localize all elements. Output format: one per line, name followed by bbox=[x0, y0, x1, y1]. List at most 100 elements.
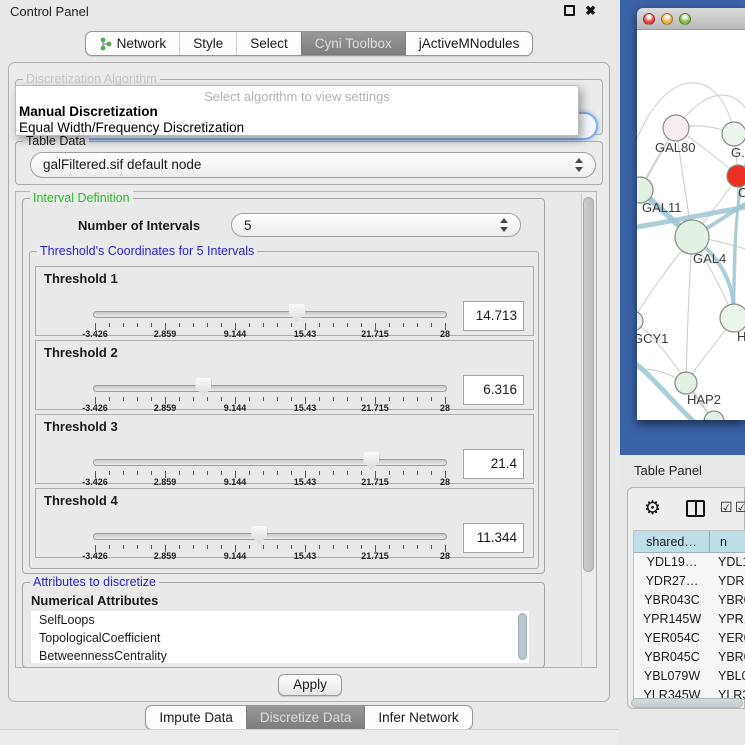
slider-tick-label: 21.715 bbox=[361, 329, 389, 339]
table-row[interactable]: YDR27…YDR2 bbox=[634, 572, 745, 591]
threshold-value-field[interactable]: 14.713 bbox=[463, 301, 524, 331]
table-cell-name: YBR0 bbox=[710, 648, 745, 667]
settings-scrollbar-thumb[interactable] bbox=[583, 197, 594, 572]
network-node[interactable] bbox=[663, 115, 689, 141]
threshold-label: Threshold 3 bbox=[44, 419, 118, 434]
table-row[interactable]: YBR045CYBR0 bbox=[634, 648, 745, 667]
slider-track[interactable] bbox=[93, 533, 447, 540]
slider-tick bbox=[263, 397, 264, 401]
tab-jactivemnodules[interactable]: jActiveMNodules bbox=[405, 32, 533, 55]
network-node[interactable] bbox=[675, 372, 697, 394]
slider-track[interactable] bbox=[93, 311, 447, 318]
slider-tick bbox=[221, 397, 222, 401]
table-row[interactable]: YDL19…YDL1 bbox=[634, 553, 745, 572]
slider-tick-label: 28 bbox=[440, 551, 450, 561]
table-cell-shared-name: YBL079W bbox=[634, 667, 710, 686]
tab-style[interactable]: Style bbox=[179, 32, 236, 55]
split-table-icon[interactable] bbox=[686, 500, 705, 517]
slider-tick bbox=[361, 323, 362, 327]
top-tab-bar: Network Style Select Cyni Toolbox jActiv… bbox=[0, 31, 618, 56]
algorithm-option-equal-width[interactable]: Equal Width/Frequency Discretization bbox=[19, 120, 244, 135]
control-panel: Control Panel ✖ Network Styl bbox=[0, 0, 618, 745]
slider-tick bbox=[417, 397, 418, 401]
attribute-list-item[interactable]: TopologicalCoefficient bbox=[31, 629, 529, 647]
table-cell-shared-name: YDL19… bbox=[634, 553, 710, 572]
attribute-list-item[interactable]: SelfLoops bbox=[31, 611, 529, 629]
slider-tick bbox=[319, 545, 320, 549]
slider-tick-label: 15.43 bbox=[294, 551, 317, 561]
slider-tick-label: 21.715 bbox=[361, 403, 389, 413]
network-node[interactable] bbox=[675, 220, 709, 254]
thresholds-group-title: Threshold's Coordinates for 5 Intervals bbox=[37, 244, 257, 258]
tab-select[interactable]: Select bbox=[236, 32, 301, 55]
threshold-box: Threshold 3 -3.4262.8599.14415.4321.71528… bbox=[35, 414, 534, 484]
settings-scrollbar[interactable] bbox=[581, 193, 595, 666]
network-node[interactable] bbox=[727, 165, 745, 187]
algorithm-dropdown-popup: Select algorithm to view settings Manual… bbox=[15, 85, 579, 136]
table-cell-name: YDL1 bbox=[710, 553, 745, 572]
network-node[interactable] bbox=[722, 122, 745, 146]
network-graph: GAL80G.CGAL11GAL4GCY1HHAP2 bbox=[637, 30, 745, 420]
close-icon[interactable]: ✖ bbox=[585, 5, 596, 16]
threshold-slider[interactable]: -3.4262.8599.14415.4321.71528 bbox=[93, 303, 447, 337]
threshold-slider[interactable]: -3.4262.8599.14415.4321.71528 bbox=[93, 377, 447, 411]
threshold-slider[interactable]: -3.4262.8599.14415.4321.71528 bbox=[93, 525, 447, 559]
network-window: GAL80G.CGAL11GAL4GCY1HHAP2 bbox=[637, 8, 745, 420]
slider-tick bbox=[431, 471, 432, 475]
network-node[interactable] bbox=[720, 304, 745, 332]
tab-discretize-data[interactable]: Discretize Data bbox=[246, 706, 365, 729]
slider-tick bbox=[249, 471, 250, 475]
table-horizontal-scrollbar[interactable] bbox=[631, 698, 743, 708]
threshold-slider[interactable]: -3.4262.8599.14415.4321.71528 bbox=[93, 451, 447, 485]
threshold-value-field[interactable]: 6.316 bbox=[463, 375, 524, 405]
apply-button[interactable]: Apply bbox=[278, 674, 342, 696]
slider-handle[interactable] bbox=[363, 452, 379, 470]
slider-tick bbox=[151, 545, 152, 549]
gear-icon[interactable]: ⚙ bbox=[644, 497, 661, 520]
mac-minimize-button[interactable] bbox=[661, 13, 673, 25]
settings-scrollpane: Interval Definition Number of Intervals … bbox=[15, 191, 597, 668]
tab-impute-data[interactable]: Impute Data bbox=[146, 706, 246, 729]
slider-tick bbox=[277, 545, 278, 549]
mac-zoom-button[interactable] bbox=[679, 13, 691, 25]
float-window-icon[interactable] bbox=[564, 5, 575, 16]
slider-handle[interactable] bbox=[289, 304, 305, 322]
slider-tick-label: -3.426 bbox=[82, 329, 108, 339]
network-canvas[interactable]: GAL80G.CGAL11GAL4GCY1HHAP2 bbox=[637, 30, 745, 420]
slider-track[interactable] bbox=[93, 385, 447, 392]
slider-tick bbox=[277, 323, 278, 327]
table-row[interactable]: YER054CYER0 bbox=[634, 629, 745, 648]
tab-network[interactable]: Network bbox=[86, 32, 180, 55]
checkbox-icon[interactable]: ☑ bbox=[735, 499, 745, 516]
checkbox-icon[interactable]: ☑ bbox=[720, 499, 733, 516]
mac-close-button[interactable] bbox=[643, 13, 655, 25]
table-data-combobox[interactable]: galFiltered.sif default node bbox=[30, 152, 596, 178]
slider-tick bbox=[249, 397, 250, 401]
discretization-algorithm-group-title: Discretization Algorithm bbox=[23, 72, 160, 86]
slider-handle[interactable] bbox=[251, 526, 267, 544]
slider-handle[interactable] bbox=[195, 378, 211, 396]
slider-tick bbox=[277, 471, 278, 475]
threshold-value-field[interactable]: 11.344 bbox=[463, 523, 524, 553]
table-row[interactable]: YPR145WYPR1 bbox=[634, 610, 745, 629]
threshold-value-field[interactable]: 21.4 bbox=[463, 449, 524, 479]
column-header-shared-name[interactable]: shared… bbox=[634, 531, 710, 552]
tab-infer-network[interactable]: Infer Network bbox=[364, 706, 471, 729]
combobox-arrows-icon bbox=[575, 158, 584, 172]
table-row[interactable]: YBL079WYBL0 bbox=[634, 667, 745, 686]
network-edge[interactable] bbox=[686, 237, 692, 383]
interval-definition-group: Interval Definition Number of Intervals … bbox=[22, 198, 545, 574]
slider-tick bbox=[347, 545, 348, 549]
algorithm-option-manual[interactable]: Manual Discretization bbox=[19, 104, 158, 119]
table-row[interactable]: YBR043CYBR0 bbox=[634, 591, 745, 610]
slider-tick-label: 15.43 bbox=[294, 477, 317, 487]
tab-cyni-toolbox[interactable]: Cyni Toolbox bbox=[301, 32, 405, 55]
attribute-list-item[interactable]: BetweennessCentrality bbox=[31, 647, 529, 663]
slider-tick bbox=[137, 397, 138, 401]
column-header-name[interactable]: n bbox=[710, 531, 745, 552]
network-node-label: GAL80 bbox=[655, 140, 695, 155]
slider-track[interactable] bbox=[93, 459, 447, 466]
attribute-list-scrollbar[interactable] bbox=[518, 613, 527, 660]
slider-tick-label: 28 bbox=[440, 403, 450, 413]
number-of-intervals-combobox[interactable]: 5 bbox=[231, 213, 521, 237]
